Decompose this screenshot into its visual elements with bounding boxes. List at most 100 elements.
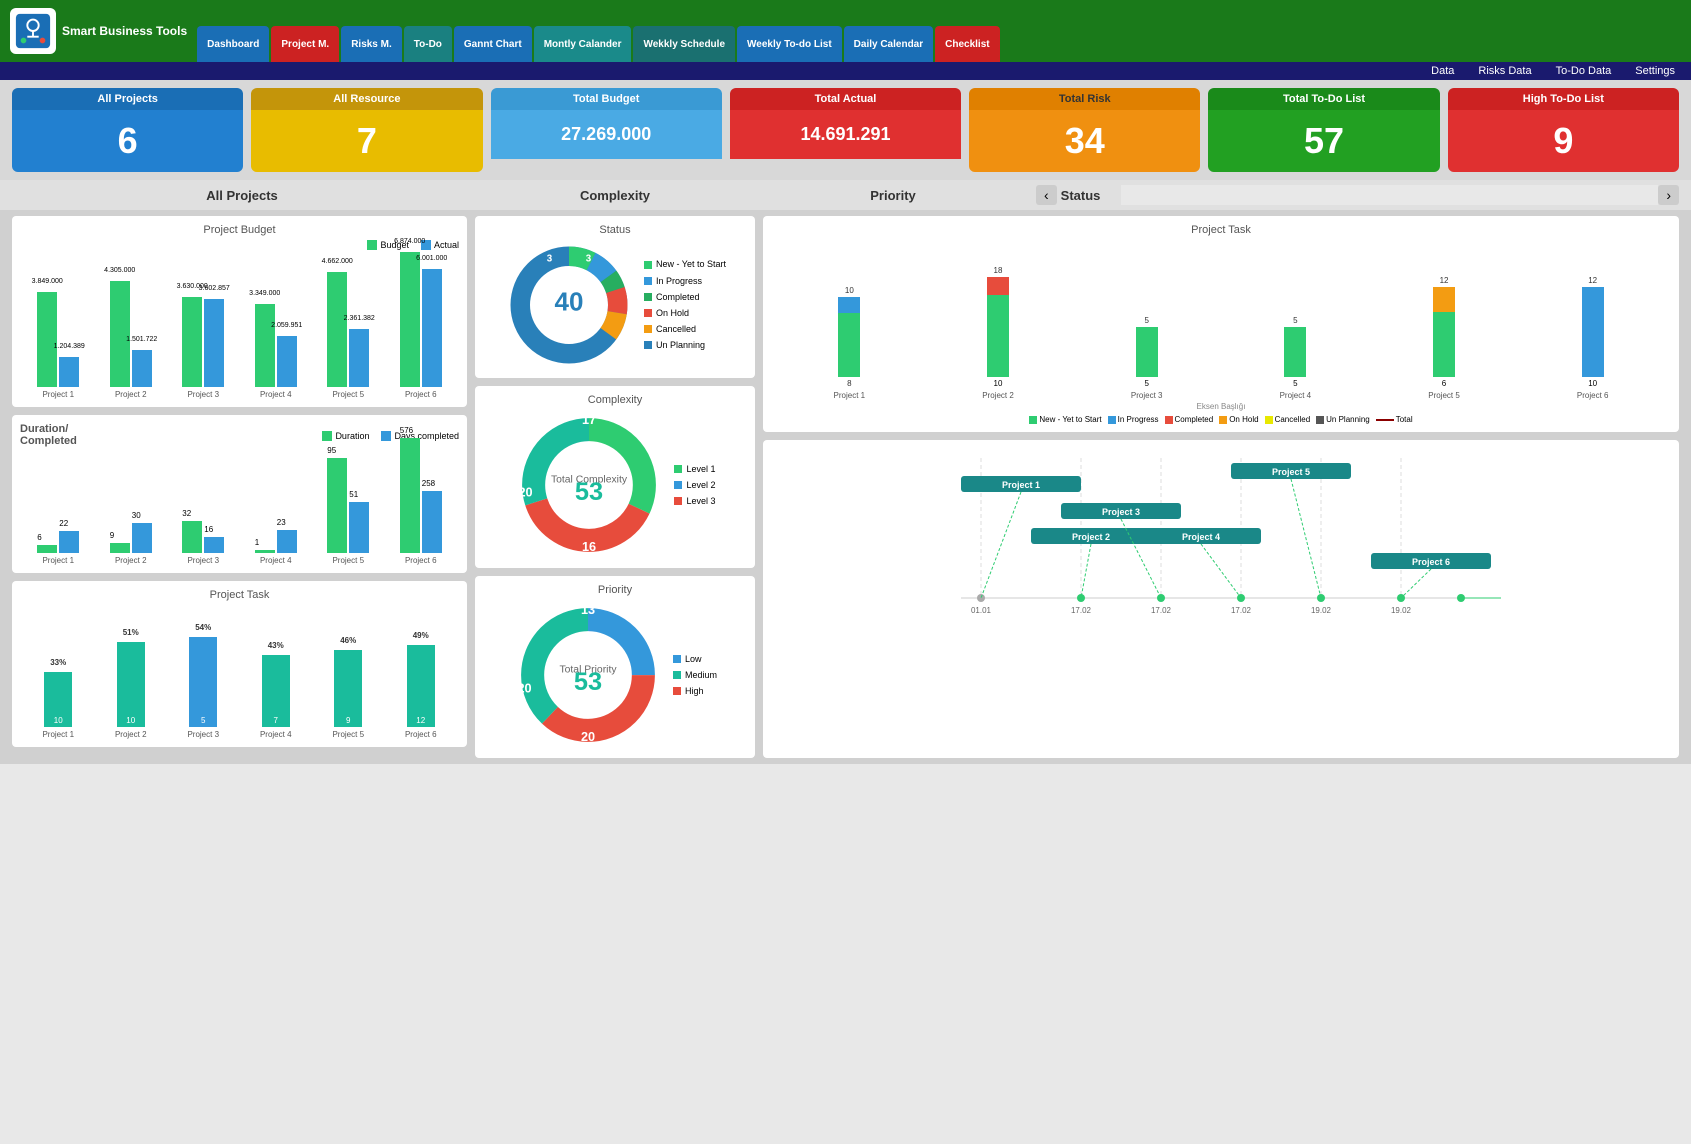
svg-text:53: 53: [575, 478, 603, 506]
svg-text:Project 1: Project 1: [1002, 480, 1040, 490]
complexity-title: Complexity: [483, 394, 747, 406]
sec-nav-todo-data[interactable]: To-Do Data: [1556, 65, 1612, 77]
bar-xlabel-p1: Project 1: [42, 390, 74, 399]
task-group-p1: 33% 10 Project 1: [24, 672, 93, 739]
bar-xlabel-p2: Project 2: [115, 390, 147, 399]
sec-nav-data[interactable]: Data: [1431, 65, 1454, 77]
stat-value: 6: [12, 110, 243, 172]
priority-legend: Low Medium High: [673, 651, 717, 700]
dur-group-p5: 95 51 Project 5: [314, 458, 383, 565]
stat-total-actual: Total Actual 14.691.291: [730, 88, 961, 172]
nav-tab-monthly[interactable]: Montly Calander: [534, 26, 632, 62]
stat-total-budget: Total Budget 27.269.000: [491, 88, 722, 172]
stats-row: All Projects 6 All Resource 7 Total Budg…: [0, 80, 1691, 180]
svg-text:19.02: 19.02: [1311, 606, 1332, 615]
budget-group-p3: 3.630.000 3.602.857 Project 3: [169, 297, 238, 399]
legend-actual: Actual: [421, 240, 459, 250]
bar-budget-p5: 4.662.000: [327, 272, 347, 387]
header-priority: Priority: [758, 183, 1028, 208]
nav-tab-weekly-todo[interactable]: Weekly To-do List: [737, 26, 842, 62]
header-complexity: Complexity: [480, 183, 750, 208]
nav-tab-dashboard[interactable]: Dashboard: [197, 26, 269, 62]
header-status: ‹ Status ›: [1036, 180, 1679, 210]
bar-actual-p6: 6.001.000: [422, 269, 442, 387]
header-all-projects: All Projects: [12, 183, 472, 208]
project-task-stacked-box: Project Task 10 8 Project: [763, 216, 1679, 432]
sec-nav-settings[interactable]: Settings: [1635, 65, 1675, 77]
svg-text:Project 5: Project 5: [1272, 467, 1310, 477]
complexity-legend: Level 1 Level 2 Level 3: [674, 461, 715, 510]
svg-text:17.02: 17.02: [1071, 606, 1092, 615]
svg-text:17: 17: [582, 413, 596, 427]
svg-text:17.02: 17.02: [1151, 606, 1172, 615]
svg-text:3: 3: [547, 254, 553, 265]
budget-bars: 3.849.000 1.204.389 Project 1 4.305.000: [20, 254, 459, 399]
budget-group-p2: 4.305.000 1.501.722 Project 2: [97, 281, 166, 399]
status-donut-box: Status: [475, 216, 755, 378]
priority-donut-box: Priority Total Priority: [475, 576, 755, 758]
duration-chart-box: Duration/Completed Duration Days complet…: [12, 415, 467, 573]
stat-value: 57: [1208, 110, 1439, 172]
task-bar-chart-box: Project Task 33% 10 Project 1 51%: [12, 581, 467, 747]
nav-tab-todo[interactable]: To-Do: [404, 26, 452, 62]
stat-high-todo: High To-Do List 9: [1448, 88, 1679, 172]
stacked-p3: 5 5 Project 3: [1076, 316, 1217, 400]
svg-text:53: 53: [574, 668, 602, 696]
budget-group-p4: 3.349.000 2.059.951 Project 4: [242, 304, 311, 399]
svg-text:Project 3: Project 3: [1102, 507, 1140, 517]
bar-xlabel-p5: Project 5: [332, 390, 364, 399]
stat-all-resource: All Resource 7: [251, 88, 482, 172]
sec-nav-risks-data[interactable]: Risks Data: [1478, 65, 1531, 77]
stat-value: 14.691.291: [730, 110, 961, 159]
main-content: Project Budget Budget Actual 3.849.000 1…: [0, 210, 1691, 764]
priority-title: Priority: [483, 584, 747, 596]
nav-tab-gantt[interactable]: Gannt Chart: [454, 26, 532, 62]
svg-text:40: 40: [555, 286, 584, 316]
budget-chart-title: Project Budget: [20, 224, 459, 236]
status-next-btn[interactable]: ›: [1658, 185, 1679, 205]
svg-text:20: 20: [517, 681, 531, 695]
task-group-p6: 49% 12 Project 6: [387, 645, 456, 739]
stat-label: Total To-Do List: [1208, 88, 1439, 110]
budget-group-p6: 6.874.000 6.001.000 Project 6: [387, 252, 456, 399]
stat-label: Total Actual: [730, 88, 961, 110]
right-column: Project Task 10 8 Project: [763, 216, 1679, 758]
svg-text:3: 3: [586, 254, 592, 265]
bar-actual-p3: 3.602.857: [204, 299, 224, 387]
stat-label: High To-Do List: [1448, 88, 1679, 110]
bar-budget-p6: 6.874.000: [400, 252, 420, 387]
bar-actual-p4: 2.059.951: [277, 336, 297, 387]
bar-xlabel-p4: Project 4: [260, 390, 292, 399]
nav-tab-checklist[interactable]: Checklist: [935, 26, 999, 62]
bar-budget-p4: 3.349.000: [255, 304, 275, 387]
stat-value: 9: [1448, 110, 1679, 172]
stacked-p5: 12 6 Project 5: [1374, 276, 1515, 400]
budget-chart-box: Project Budget Budget Actual 3.849.000 1…: [12, 216, 467, 407]
complexity-donut-box: Complexity Total Complexity: [475, 386, 755, 568]
dur-group-p6: 576 258 Project 6: [387, 438, 456, 565]
nav-tab-daily[interactable]: Daily Calendar: [844, 26, 933, 62]
mid-column: Status: [475, 216, 755, 758]
task-bars: 33% 10 Project 1 51% 10 Project 2: [20, 609, 459, 739]
status-donut-title: Status: [483, 224, 747, 236]
svg-text:19.02: 19.02: [1391, 606, 1412, 615]
logo-icon: [10, 8, 56, 54]
left-column: Project Budget Budget Actual 3.849.000 1…: [12, 216, 467, 758]
status-legend: New - Yet to Start In Progress Completed…: [644, 256, 726, 353]
stat-label: Total Budget: [491, 88, 722, 110]
bar-actual-p1: 1.204.389: [59, 357, 79, 387]
svg-text:Project 2: Project 2: [1072, 532, 1110, 542]
bar-budget-p1: 3.849.000: [37, 292, 57, 387]
nav-tabs-container: Dashboard Project M. Risks M. To-Do Gann…: [197, 0, 1691, 62]
nav-tab-risks[interactable]: Risks M.: [341, 26, 402, 62]
budget-group-p1: 3.849.000 1.204.389 Project 1: [24, 292, 93, 399]
stat-all-projects: All Projects 6: [12, 88, 243, 172]
nav-tab-weekly-sched[interactable]: Wekkly Schedule: [633, 26, 735, 62]
svg-text:16: 16: [582, 540, 596, 554]
status-prev-btn[interactable]: ‹: [1036, 185, 1057, 205]
nav-tab-project[interactable]: Project M.: [271, 26, 339, 62]
svg-text:Project 4: Project 4: [1182, 532, 1220, 542]
logo-text: Smart Business Tools: [62, 23, 187, 40]
stat-value: 7: [251, 110, 482, 172]
svg-text:17.02: 17.02: [1231, 606, 1252, 615]
